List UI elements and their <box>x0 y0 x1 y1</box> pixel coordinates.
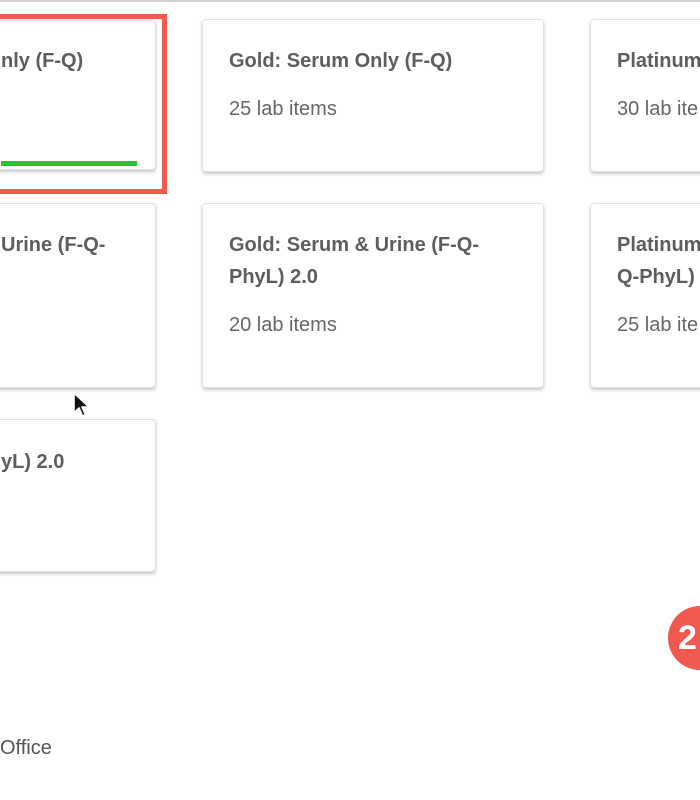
selected-card-highlight <box>0 14 167 194</box>
card-lab-items-count: 20 lab items <box>229 314 337 336</box>
card-title: Platinum Q-PhyL) 2 <box>617 234 700 288</box>
card-title: Urine (F-Q- <box>1 234 106 256</box>
top-divider <box>0 0 700 2</box>
step-number-badge: 2 <box>668 606 700 670</box>
package-card-bronze-serum-urine[interactable]: Urine (F-Q- <box>0 203 156 388</box>
package-card-platinum-serum-only[interactable]: Platinum 30 lab ite <box>590 19 700 172</box>
card-title: Gold: Serum & Urine (F-Q- PhyL) 2.0 <box>229 234 479 288</box>
mouse-pointer-icon <box>72 391 92 426</box>
card-lab-items-count: 25 lab items <box>229 98 337 120</box>
card-lab-items-count: 30 lab ite <box>617 98 699 120</box>
package-card-gold-serum-urine[interactable]: Gold: Serum & Urine (F-Q- PhyL) 2.0 20 l… <box>202 203 544 388</box>
package-card-phyl[interactable]: yL) 2.0 <box>0 419 156 572</box>
card-lab-items-count: 25 lab ite <box>617 314 699 336</box>
package-card-gold-serum-only[interactable]: Gold: Serum Only (F-Q) 25 lab items <box>202 19 544 172</box>
package-card-platinum-serum-urine[interactable]: Platinum Q-PhyL) 2 25 lab ite <box>590 203 700 388</box>
card-title: Platinum <box>617 50 700 72</box>
card-title: yL) 2.0 <box>1 451 65 473</box>
footer-office-link[interactable]: Office <box>0 734 52 762</box>
card-title: Gold: Serum Only (F-Q) <box>229 50 453 72</box>
